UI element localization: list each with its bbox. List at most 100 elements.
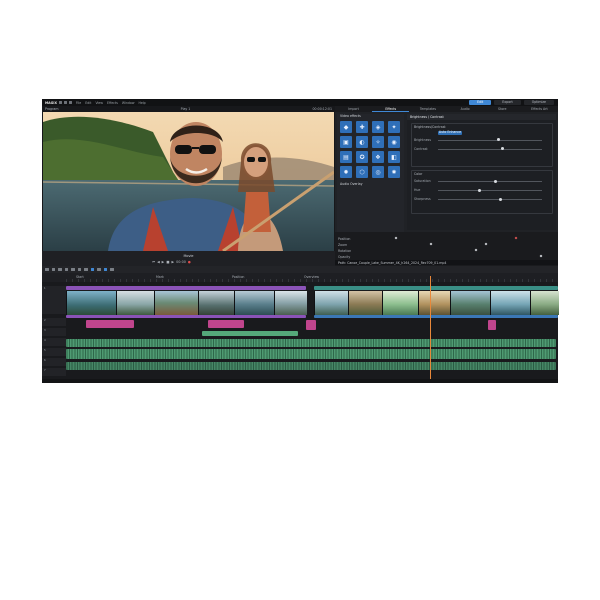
track-header[interactable]: 7	[42, 368, 66, 376]
keyframe-row[interactable]: Position	[335, 236, 558, 241]
effect-tile-5-icon[interactable]: ▣	[340, 136, 352, 148]
video-thumbnail[interactable]	[274, 291, 307, 315]
workspace-tab-edit[interactable]: Edit	[469, 100, 492, 105]
pointer-tool-icon[interactable]	[45, 267, 49, 272]
track-header[interactable]: 5	[42, 348, 66, 356]
track-header[interactable]: 4	[42, 338, 66, 346]
effect-tile-10-icon[interactable]: ✪	[356, 151, 368, 163]
effect-tile-2-icon[interactable]: ✚	[356, 121, 368, 133]
keyframe-marker[interactable]	[539, 254, 543, 258]
menu-effects[interactable]: Effects	[107, 101, 118, 105]
tab-effects-art[interactable]: Effects Art	[521, 106, 558, 112]
param-slider-knob[interactable]	[500, 147, 504, 151]
workspace-tab-optimize[interactable]: Optimize	[523, 100, 554, 105]
go-start-icon[interactable]: ⏮	[152, 260, 155, 264]
track-header-video[interactable]: 1	[42, 286, 66, 314]
mouse-mode-icon[interactable]	[90, 267, 94, 272]
audio-waveform-clip[interactable]	[66, 349, 556, 359]
video-thumbnail[interactable]	[530, 291, 559, 315]
keyframe-marker-active[interactable]	[514, 236, 518, 240]
video-thumbnail[interactable]	[198, 291, 235, 315]
param-slider-track[interactable]	[438, 139, 542, 141]
video-thumbnail[interactable]	[490, 291, 531, 315]
keyframe-marker[interactable]	[474, 248, 478, 252]
video-thumbnail[interactable]	[234, 291, 275, 315]
param-slider-knob[interactable]	[493, 179, 497, 183]
step-back-icon[interactable]: ◀	[157, 260, 160, 264]
effect-tile-15-icon[interactable]: ◎	[372, 166, 384, 178]
video-thumbnail[interactable]	[418, 291, 451, 315]
effect-tile-4-icon[interactable]: ✦	[388, 121, 400, 133]
effect-tile-9-icon[interactable]: ▤	[340, 151, 352, 163]
video-clip-bottom-bar[interactable]	[314, 315, 558, 318]
param-slider-track[interactable]	[438, 181, 542, 182]
preset-button[interactable]: Auto Enhance	[438, 130, 462, 135]
param-slider-knob[interactable]	[496, 138, 500, 142]
tab-templates[interactable]: Templates	[409, 106, 446, 112]
keyframe-row[interactable]: Rotation	[335, 248, 558, 253]
undo-icon[interactable]	[51, 267, 55, 272]
menu-view[interactable]: View	[95, 101, 103, 105]
param-slider-track[interactable]	[438, 199, 542, 200]
menu-window[interactable]: Window	[122, 101, 135, 105]
effect-tile-12-icon[interactable]: ◧	[388, 151, 400, 163]
redo-icon[interactable]	[58, 267, 62, 272]
track-header[interactable]: 6	[42, 358, 66, 366]
cut-icon[interactable]	[64, 267, 68, 272]
timeline-ruler[interactable]: Start Mark Position Overview	[42, 273, 558, 282]
keyframe-marker[interactable]	[429, 242, 433, 246]
tab-effects[interactable]: Effects	[372, 106, 410, 112]
playhead[interactable]	[430, 276, 431, 380]
audio-clip[interactable]	[202, 331, 298, 336]
video-thumbnail[interactable]	[382, 291, 419, 315]
tab-store[interactable]: Store	[484, 106, 521, 112]
video-thumbnail[interactable]	[450, 291, 491, 315]
effect-tile-7-icon[interactable]: ✧	[372, 136, 384, 148]
magnet-icon[interactable]	[103, 267, 107, 272]
video-thumbnail[interactable]	[154, 291, 199, 315]
tab-import[interactable]: Import	[335, 106, 372, 112]
new-project-icon[interactable]	[58, 101, 62, 104]
keyframe-row[interactable]: Zoom	[335, 242, 558, 247]
title-clip[interactable]	[86, 320, 134, 328]
video-thumbnail[interactable]	[314, 291, 349, 315]
video-clip-title-bar[interactable]	[314, 286, 558, 290]
param-slider-knob[interactable]	[498, 197, 502, 201]
effect-tile-16-icon[interactable]: ✸	[388, 166, 400, 178]
delete-icon[interactable]	[71, 267, 75, 272]
effect-tile-3-icon[interactable]: ◈	[372, 121, 384, 133]
menu-file[interactable]: File	[76, 101, 81, 105]
track-header[interactable]: 2	[42, 318, 66, 326]
video-frame[interactable]	[43, 112, 334, 251]
step-forward-icon[interactable]: ▶	[172, 260, 175, 264]
param-slider-knob[interactable]	[478, 188, 482, 192]
save-icon[interactable]	[68, 101, 72, 104]
open-project-icon[interactable]	[63, 101, 67, 104]
text-icon[interactable]	[84, 267, 88, 272]
video-thumbnail[interactable]	[348, 291, 383, 315]
effect-tile-6-icon[interactable]: ◐	[356, 136, 368, 148]
effect-tile-14-icon[interactable]: ⬡	[356, 166, 368, 178]
menu-edit[interactable]: Edit	[85, 101, 91, 105]
menu-help[interactable]: Help	[138, 101, 145, 105]
snap-icon[interactable]	[97, 267, 101, 272]
tab-audio[interactable]: Audio	[447, 106, 484, 112]
video-thumbnail[interactable]	[66, 291, 117, 315]
audio-waveform-clip[interactable]	[66, 339, 556, 347]
workspace-tab-export[interactable]: Export	[494, 100, 521, 105]
keyframe-marker[interactable]	[484, 242, 488, 246]
track-header[interactable]: 3	[42, 328, 66, 336]
title-clip[interactable]	[488, 320, 496, 330]
stop-icon[interactable]: ■	[166, 260, 169, 264]
title-clip[interactable]	[306, 320, 316, 330]
video-clip-bottom-bar[interactable]	[66, 315, 306, 318]
audio-waveform-clip[interactable]	[66, 362, 556, 370]
marker-icon[interactable]	[77, 267, 81, 272]
param-slider-track[interactable]	[438, 190, 542, 191]
effect-tile-1-icon[interactable]: ◆	[340, 121, 352, 133]
video-clip-title-bar[interactable]	[66, 286, 306, 290]
video-thumbnail[interactable]	[116, 291, 155, 315]
param-slider-track[interactable]	[438, 148, 542, 150]
title-clip[interactable]	[208, 320, 244, 328]
effect-tile-13-icon[interactable]: ✹	[340, 166, 352, 178]
